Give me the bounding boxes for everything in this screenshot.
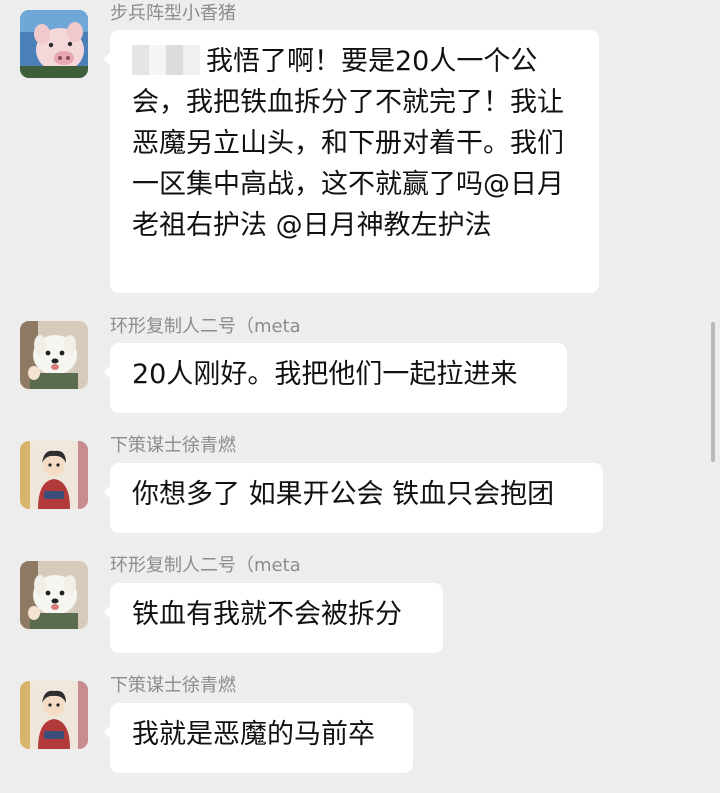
- cartoon-person-avatar[interactable]: [20, 681, 88, 749]
- message-text: 20人刚好。我把他们一起拉进来: [132, 359, 518, 390]
- message-text: 我就是恶魔的马前卒: [132, 719, 375, 750]
- dog-icon: [20, 561, 88, 629]
- sender-name: 环形复制人二号（meta: [110, 316, 301, 337]
- message-text: 铁血有我就不会被拆分: [132, 599, 402, 630]
- blurred-mention: [132, 45, 200, 75]
- sender-name: 步兵阵型小香猪: [110, 3, 236, 24]
- dog-icon: [20, 321, 88, 389]
- message-bubble[interactable]: 铁血有我就不会被拆分: [103, 583, 443, 653]
- sender-name: 下策谋士徐青燃: [110, 435, 236, 456]
- scrollbar[interactable]: [711, 322, 715, 462]
- message-bubble[interactable]: 我悟了啊！要是20人一个公会，我把铁血拆分了不就完了！我让恶魔另立山头，和下册对…: [103, 30, 599, 293]
- message-bubble[interactable]: 20人刚好。我把他们一起拉进来: [103, 343, 567, 413]
- sender-name: 环形复制人二号（meta: [110, 555, 301, 576]
- message-text: 你想多了 如果开公会 铁血只会抱团: [132, 479, 555, 510]
- dog-avatar[interactable]: [20, 561, 88, 629]
- dog-avatar[interactable]: [20, 321, 88, 389]
- cartoon-person-avatar[interactable]: [20, 441, 88, 509]
- message-bubble[interactable]: 我就是恶魔的马前卒: [103, 703, 413, 773]
- pig-icon: [20, 10, 88, 78]
- sender-name: 下策谋士徐青燃: [110, 675, 236, 696]
- message-bubble[interactable]: 你想多了 如果开公会 铁血只会抱团: [103, 463, 603, 533]
- cartoon-person-icon: [20, 441, 88, 509]
- cartoon-person-icon: [20, 681, 88, 749]
- pig-avatar[interactable]: [20, 10, 88, 78]
- message-text: 我悟了啊！要是20人一个公会，我把铁血拆分了不就完了！我让恶魔另立山头，和下册对…: [132, 46, 564, 241]
